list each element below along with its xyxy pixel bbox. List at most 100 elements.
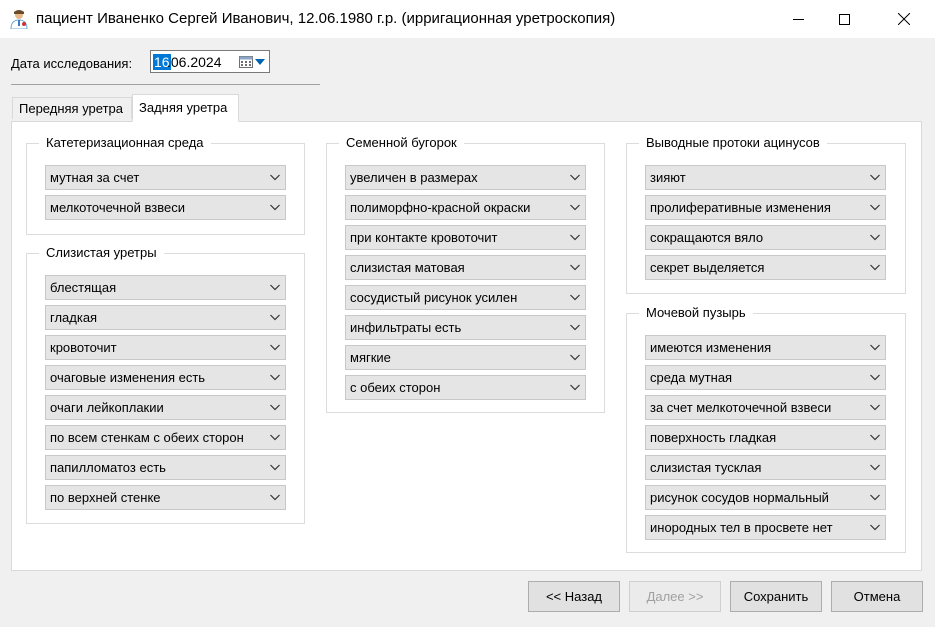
combo-bladder-1[interactable]: среда мутная bbox=[645, 365, 886, 390]
chevron-down-icon[interactable] bbox=[569, 291, 581, 303]
combo-value: кровоточит bbox=[50, 340, 117, 355]
combo-ducts-3[interactable]: секрет выделяется bbox=[645, 255, 886, 280]
combo-mucosa-2[interactable]: кровоточит bbox=[45, 335, 286, 360]
combo-value: среда мутная bbox=[650, 370, 733, 385]
combo-mucosa-6[interactable]: папилломатоз есть bbox=[45, 455, 286, 480]
chevron-down-icon[interactable] bbox=[269, 201, 281, 213]
chevron-down-icon[interactable] bbox=[269, 281, 281, 293]
date-dropdown-arrow-icon[interactable] bbox=[255, 59, 265, 65]
chevron-down-icon[interactable] bbox=[269, 491, 281, 503]
close-button[interactable] bbox=[881, 0, 927, 38]
combo-mucosa-5[interactable]: по всем стенкам с обеих сторон bbox=[45, 425, 286, 450]
chevron-down-icon[interactable] bbox=[569, 171, 581, 183]
combo-value: полиморфно-красной окраски bbox=[350, 200, 531, 215]
doctor-icon bbox=[10, 10, 28, 29]
chevron-down-icon[interactable] bbox=[269, 311, 281, 323]
combo-tubercle-4[interactable]: сосудистый рисунок усилен bbox=[345, 285, 586, 310]
combo-bladder-2[interactable]: за счет мелкоточечной взвеси bbox=[645, 395, 886, 420]
chevron-down-icon[interactable] bbox=[569, 381, 581, 393]
combo-mucosa-0[interactable]: блестящая bbox=[45, 275, 286, 300]
combo-value: увеличен в размерах bbox=[350, 170, 478, 185]
combo-value: с обеих сторон bbox=[350, 380, 441, 395]
tab-anterior-urethra[interactable]: Передняя уретра bbox=[12, 97, 132, 119]
minimize-icon bbox=[792, 18, 804, 20]
combo-value: инфильтраты есть bbox=[350, 320, 462, 335]
chevron-down-icon[interactable] bbox=[569, 261, 581, 273]
combo-tubercle-5[interactable]: инфильтраты есть bbox=[345, 315, 586, 340]
combo-bladder-0[interactable]: имеются изменения bbox=[645, 335, 886, 360]
combo-value: рисунок сосудов нормальный bbox=[650, 490, 829, 505]
maximize-button[interactable] bbox=[821, 0, 867, 38]
combo-cath-0[interactable]: мутная за счет bbox=[45, 165, 286, 190]
chevron-down-icon[interactable] bbox=[569, 201, 581, 213]
chevron-down-icon[interactable] bbox=[869, 261, 881, 273]
chevron-down-icon[interactable] bbox=[869, 521, 881, 533]
chevron-down-icon[interactable] bbox=[269, 401, 281, 413]
combo-tubercle-7[interactable]: с обеих сторон bbox=[345, 375, 586, 400]
combo-bladder-4[interactable]: слизистая тусклая bbox=[645, 455, 886, 480]
chevron-down-icon[interactable] bbox=[269, 371, 281, 383]
combo-tubercle-3[interactable]: слизистая матовая bbox=[345, 255, 586, 280]
combo-ducts-2[interactable]: сокращаются вяло bbox=[645, 225, 886, 250]
date-label: Дата исследования: bbox=[11, 56, 133, 71]
group-title: Катетеризационная среда bbox=[39, 135, 211, 150]
date-picker[interactable]: 16 .06.2024 bbox=[150, 50, 270, 73]
chevron-down-icon[interactable] bbox=[869, 431, 881, 443]
combo-bladder-5[interactable]: рисунок сосудов нормальный bbox=[645, 485, 886, 510]
maximize-icon bbox=[838, 13, 850, 25]
chevron-down-icon[interactable] bbox=[869, 341, 881, 353]
combo-value: пролиферативные изменения bbox=[650, 200, 831, 215]
next-button[interactable]: Далее >> bbox=[629, 581, 721, 612]
combo-mucosa-3[interactable]: очаговые изменения есть bbox=[45, 365, 286, 390]
cancel-button[interactable]: Отмена bbox=[831, 581, 923, 612]
save-button[interactable]: Сохранить bbox=[730, 581, 822, 612]
chevron-down-icon[interactable] bbox=[869, 231, 881, 243]
calendar-icon[interactable] bbox=[239, 55, 253, 68]
chevron-down-icon[interactable] bbox=[269, 341, 281, 353]
window-title: пациент Иваненко Сергей Иванович, 12.06.… bbox=[36, 10, 616, 27]
combo-cath-1[interactable]: мелкоточечной взвеси bbox=[45, 195, 286, 220]
chevron-down-icon[interactable] bbox=[869, 401, 881, 413]
back-button[interactable]: << Назад bbox=[528, 581, 620, 612]
chevron-down-icon[interactable] bbox=[569, 231, 581, 243]
combo-tubercle-6[interactable]: мягкие bbox=[345, 345, 586, 370]
chevron-down-icon[interactable] bbox=[569, 351, 581, 363]
chevron-down-icon[interactable] bbox=[269, 461, 281, 473]
chevron-down-icon[interactable] bbox=[869, 491, 881, 503]
chevron-down-icon[interactable] bbox=[869, 171, 881, 183]
combo-tubercle-1[interactable]: полиморфно-красной окраски bbox=[345, 195, 586, 220]
chevron-down-icon[interactable] bbox=[269, 171, 281, 183]
minimize-button[interactable] bbox=[775, 0, 821, 38]
combo-value: поверхность гладкая bbox=[650, 430, 777, 445]
group-title: Мочевой пузырь bbox=[639, 305, 753, 320]
chevron-down-icon[interactable] bbox=[869, 461, 881, 473]
chevron-down-icon[interactable] bbox=[869, 201, 881, 213]
combo-mucosa-4[interactable]: очаги лейкоплакии bbox=[45, 395, 286, 420]
date-rest-part[interactable]: .06.2024 bbox=[167, 54, 222, 70]
combo-value: слизистая матовая bbox=[350, 260, 465, 275]
chevron-down-icon[interactable] bbox=[869, 371, 881, 383]
combo-bladder-6[interactable]: инородных тел в просвете нет bbox=[645, 515, 886, 540]
combo-bladder-3[interactable]: поверхность гладкая bbox=[645, 425, 886, 450]
combo-tubercle-2[interactable]: при контакте кровоточит bbox=[345, 225, 586, 250]
combo-value: секрет выделяется bbox=[650, 260, 765, 275]
chevron-down-icon[interactable] bbox=[569, 321, 581, 333]
separator bbox=[11, 84, 320, 85]
combo-value: по всем стенкам с обеих сторон bbox=[50, 430, 244, 445]
chevron-down-icon[interactable] bbox=[269, 431, 281, 443]
combo-value: мелкоточечной взвеси bbox=[50, 200, 185, 215]
combo-mucosa-1[interactable]: гладкая bbox=[45, 305, 286, 330]
combo-value: сосудистый рисунок усилен bbox=[350, 290, 518, 305]
tab-posterior-urethra[interactable]: Задняя уретра bbox=[132, 94, 239, 122]
combo-value: папилломатоз есть bbox=[50, 460, 166, 475]
combo-value: по верхней стенке bbox=[50, 490, 161, 505]
combo-ducts-0[interactable]: зияют bbox=[645, 165, 886, 190]
combo-value: слизистая тусклая bbox=[650, 460, 762, 475]
combo-ducts-1[interactable]: пролиферативные изменения bbox=[645, 195, 886, 220]
combo-tubercle-0[interactable]: увеличен в размерах bbox=[345, 165, 586, 190]
group-title: Семенной бугорок bbox=[339, 135, 464, 150]
combo-mucosa-7[interactable]: по верхней стенке bbox=[45, 485, 286, 510]
group-title: Слизистая уретры bbox=[39, 245, 164, 260]
group-title: Выводные протоки ацинусов bbox=[639, 135, 827, 150]
combo-value: за счет мелкоточечной взвеси bbox=[650, 400, 832, 415]
